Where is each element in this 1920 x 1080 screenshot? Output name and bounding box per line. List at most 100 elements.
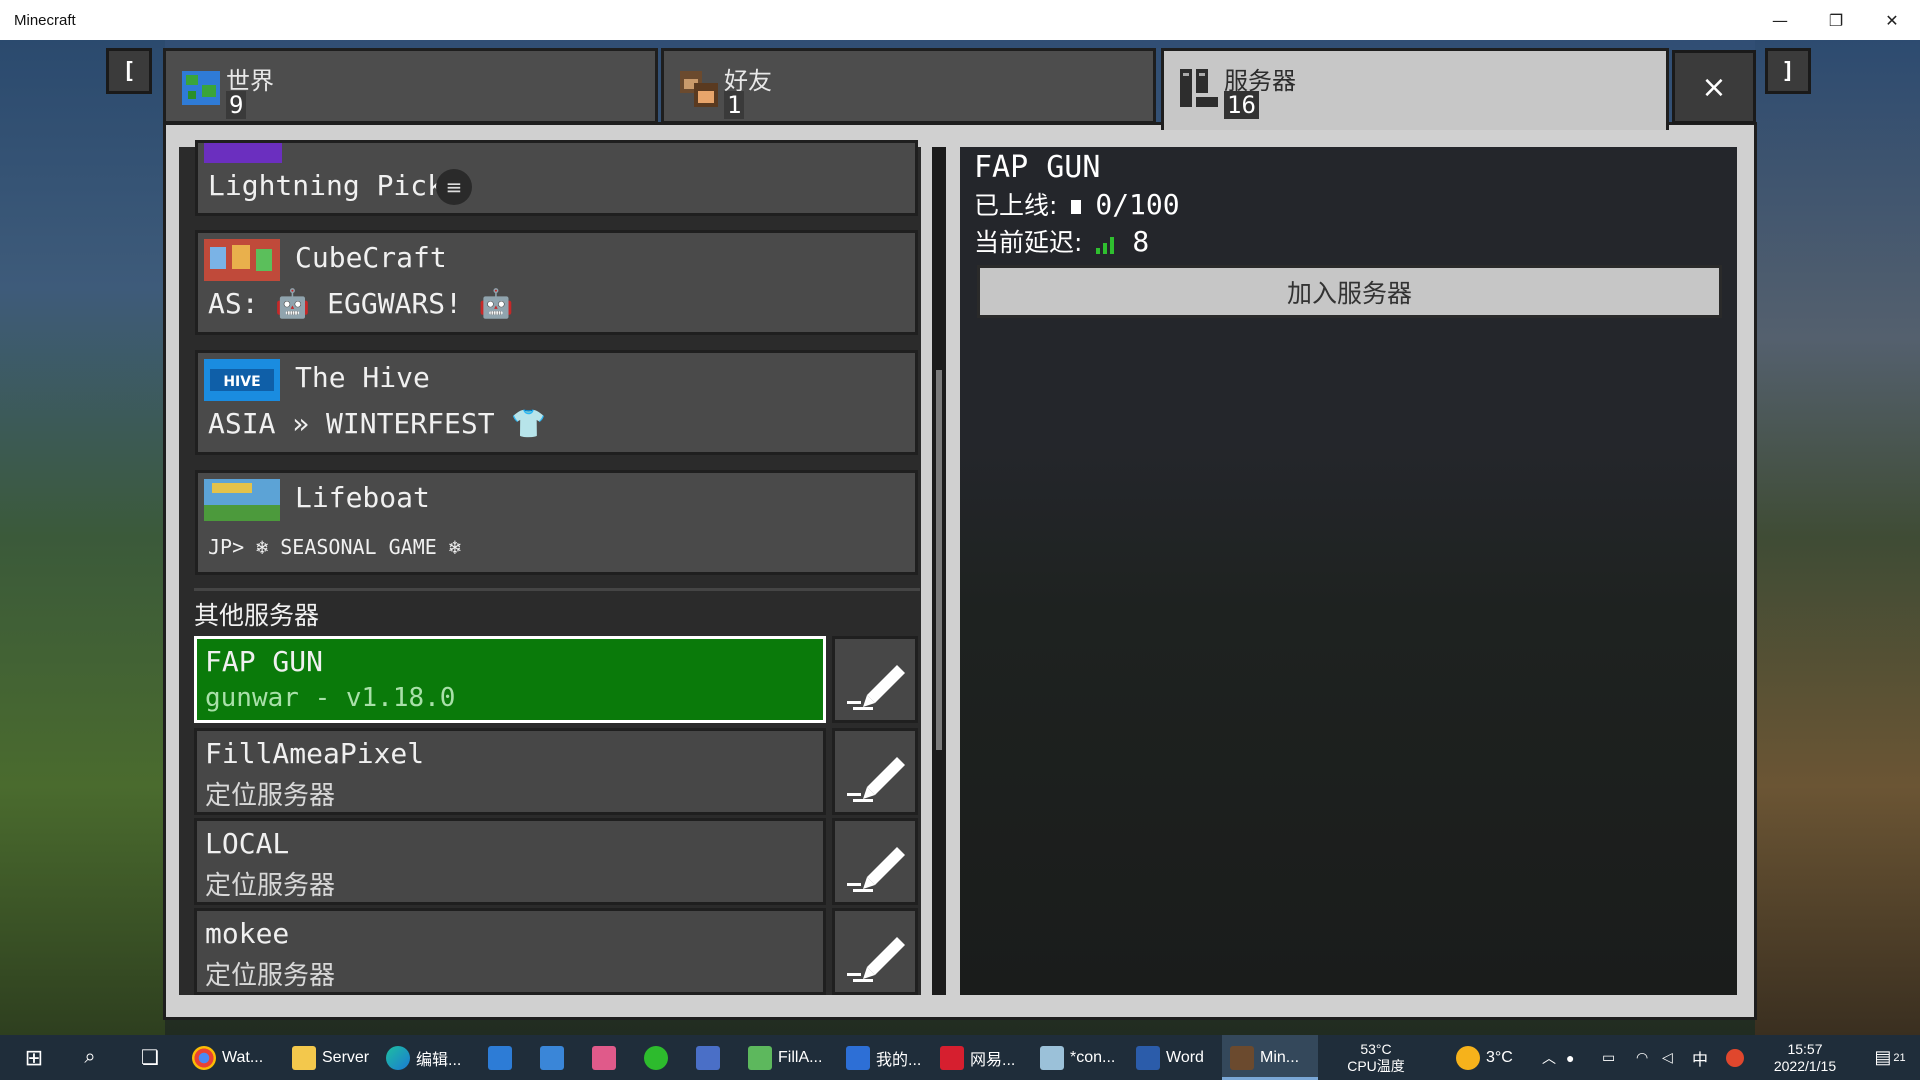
taskbar-item-word[interactable]: Word (1136, 1035, 1204, 1080)
wifi-icon[interactable]: ◠ (1636, 1035, 1648, 1080)
notepad-icon (1040, 1045, 1064, 1070)
edit-server-button[interactable] (832, 636, 918, 723)
server-sub: 定位服务器 (205, 961, 336, 991)
taskbar-item-chrome[interactable]: Wat... (192, 1035, 263, 1080)
window-title: Minecraft (14, 11, 76, 29)
section-divider (194, 588, 920, 591)
clock-date: 2022/1/15 (1773, 1057, 1837, 1074)
weather-widget[interactable]: 3°C (1456, 1035, 1513, 1080)
list-scrollbar-thumb[interactable] (936, 370, 942, 750)
taskbar-item-remote[interactable] (696, 1035, 726, 1080)
hive-logo-icon: HIVE (204, 359, 280, 401)
edit-server-button[interactable] (832, 728, 918, 815)
edit-server-button[interactable] (832, 818, 918, 905)
featured-server-lifeboat[interactable]: Lifeboat JP> ❄ SEASONAL GAME ❄ (195, 470, 918, 575)
sogou-icon (1726, 1048, 1744, 1067)
cubecraft-logo-icon (204, 239, 280, 281)
youdao-icon (940, 1045, 964, 1070)
notification-icon: ▤ (1874, 1047, 1892, 1067)
edge-icon (386, 1045, 410, 1070)
taskbar-item-label: 网易... (970, 1051, 1016, 1069)
cpu-temp-label: CPU温度 (1347, 1057, 1405, 1074)
online-label: 已上线: (974, 191, 1058, 220)
tab-worlds[interactable]: 世界 9 (163, 48, 658, 124)
featured-server-sub: AS: 🤖 EGGWARS! 🤖 (208, 287, 514, 320)
tray-chevron-icon[interactable]: ︿ (1542, 1035, 1556, 1080)
pencil-icon (847, 847, 905, 892)
clock-time: 15:57 (1787, 1040, 1823, 1057)
notification-button[interactable]: ▤ 21 (1870, 1035, 1910, 1080)
taskbar-item-minecraft[interactable]: Min... (1222, 1035, 1318, 1080)
tray-app-icon[interactable] (1726, 1035, 1750, 1080)
wechat-icon (644, 1045, 668, 1070)
taskbar-item-label: 编辑... (416, 1051, 462, 1069)
next-tab-button[interactable]: ] (1765, 48, 1811, 94)
menu-icon[interactable]: ≡ (436, 169, 472, 205)
featured-server-hive[interactable]: HIVE The Hive ASIA » WINTERFEST 👕 (195, 350, 918, 455)
taskbar-item-label: FillA... (778, 1048, 823, 1066)
pencil-icon (847, 665, 905, 710)
cpu-temp-widget[interactable]: 53°C CPU温度 (1336, 1035, 1416, 1080)
volume-icon[interactable]: ◁ (1662, 1035, 1673, 1080)
server-item-mokee[interactable]: mokee 定位服务器 (194, 908, 826, 995)
taskbar-item-label: Word (1166, 1048, 1204, 1066)
task-view-icon[interactable]: ❏ (134, 1035, 166, 1080)
taskbar-item-server[interactable]: Server (292, 1035, 369, 1080)
featured-server-name: Lifeboat (295, 481, 430, 514)
tab-servers[interactable]: 服务器 16 (1161, 48, 1669, 130)
detail-online-row: 已上线: 0/100 (974, 186, 1180, 222)
latency-value: 8 (1132, 225, 1150, 258)
background-landscape-left (0, 40, 165, 1035)
taskbar-item-app[interactable] (592, 1035, 622, 1080)
notification-count: 21 (1893, 1051, 1906, 1064)
chrome-icon (192, 1045, 216, 1070)
folder-icon (292, 1045, 316, 1070)
friends-icon (680, 71, 718, 107)
clock[interactable]: 15:57 2022/1/15 (1760, 1035, 1850, 1080)
taskbar-item-label: Wat... (222, 1048, 264, 1066)
server-item-fillameapixel[interactable]: FillAmeaPixel 定位服务器 (194, 728, 826, 815)
maximize-button[interactable]: ❐ (1808, 0, 1864, 40)
sun-icon (1456, 1045, 1480, 1070)
taskbar-item-store[interactable] (488, 1035, 518, 1080)
tab-friends-count: 1 (724, 91, 745, 119)
taskbar-item-label: 我的... (876, 1051, 922, 1069)
remote-icon (696, 1045, 720, 1070)
taskbar-item-edge[interactable]: 编辑... (386, 1035, 461, 1080)
edit-server-button[interactable] (832, 908, 918, 995)
taskbar-item-mine[interactable]: 我的... (846, 1035, 921, 1080)
search-icon[interactable]: ⌕ (74, 1035, 106, 1080)
close-window-button[interactable]: ✕ (1864, 0, 1920, 40)
taskbar-item-notepad[interactable]: *con... (1040, 1035, 1115, 1080)
featured-server-cubecraft[interactable]: CubeCraft AS: 🤖 EGGWARS! 🤖 (195, 230, 918, 335)
start-icon[interactable]: ⊞ (16, 1035, 52, 1080)
tray-person-icon[interactable]: ● (1566, 1035, 1574, 1080)
server-item-local[interactable]: LOCAL 定位服务器 (194, 818, 826, 905)
filla-icon (748, 1045, 772, 1070)
tab-servers-count: 16 (1224, 91, 1259, 119)
server-sub: 定位服务器 (205, 781, 336, 811)
taskbar-item-youdao[interactable]: 网易... (940, 1035, 1015, 1080)
server-name: mokee (205, 917, 290, 950)
server-sub: 定位服务器 (205, 871, 336, 901)
featured-server-lightning[interactable]: Lightning Pick! ≡ (195, 140, 918, 216)
tab-friends[interactable]: 好友 1 (661, 48, 1156, 124)
svg-text:HIVE: HIVE (223, 374, 260, 390)
prev-tab-button[interactable]: [ (106, 48, 152, 94)
server-item-fap-gun[interactable]: FAP GUN gunwar - v1.18.0 (194, 636, 826, 723)
pencil-icon (847, 937, 905, 982)
featured-server-name: CubeCraft (295, 241, 447, 274)
ime-indicator[interactable]: 中 (1692, 1035, 1708, 1080)
detail-server-name: FAP GUN (974, 150, 1101, 185)
featured-server-sub: ASIA » WINTERFEST 👕 (208, 407, 547, 440)
server-name: LOCAL (205, 827, 290, 860)
taskbar-item-filla[interactable]: FillA... (748, 1035, 822, 1080)
taskbar-item-wechat[interactable] (644, 1035, 674, 1080)
minimize-button[interactable]: — (1752, 0, 1808, 40)
battery-icon[interactable]: ▭ (1602, 1035, 1615, 1080)
taskbar-item-label: *con... (1070, 1048, 1116, 1066)
close-button[interactable]: × (1672, 50, 1756, 124)
detail-latency-row: 当前延迟: 8 (974, 223, 1149, 259)
taskbar-item-mail[interactable] (540, 1035, 570, 1080)
join-server-button[interactable]: 加入服务器 (977, 265, 1722, 318)
